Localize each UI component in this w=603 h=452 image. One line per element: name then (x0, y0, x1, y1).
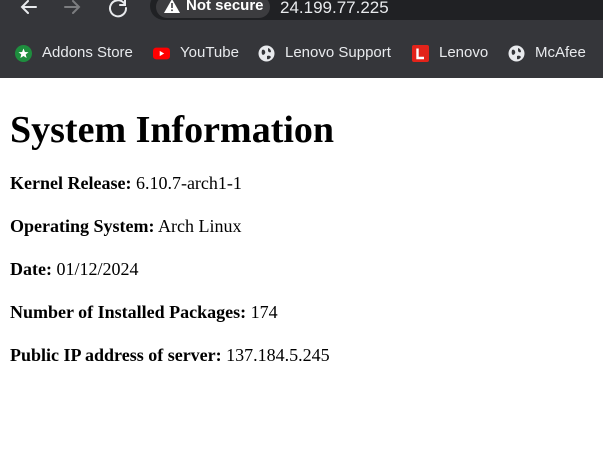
browser-chrome: Not secure 24.199.77.225 Addons Store Yo… (0, 0, 603, 78)
reload-button[interactable] (105, 0, 131, 18)
warning-triangle-icon (164, 0, 180, 13)
security-indicator[interactable]: Not secure (156, 0, 270, 18)
page-title: System Information (10, 109, 335, 151)
info-value: Arch Linux (158, 216, 242, 236)
page-content: System Information Kernel Release: 6.10.… (10, 78, 595, 366)
info-installed-packages: Number of Installed Packages: 174 (10, 301, 595, 323)
youtube-icon (153, 47, 170, 60)
bookmark-label: Lenovo (439, 44, 489, 61)
bookmark-label: Lenovo Support (285, 44, 391, 61)
info-kernel-release: Kernel Release: 6.10.7-arch1-1 (10, 172, 595, 194)
bookmark-label: YouTube (180, 44, 239, 61)
info-label: Kernel Release: (10, 173, 132, 193)
bookmark-label: Addons Store (42, 44, 133, 61)
back-button[interactable] (15, 0, 41, 18)
globe-icon (508, 45, 525, 62)
reload-icon (109, 0, 128, 18)
info-value: 137.184.5.245 (226, 345, 330, 365)
back-arrow-icon (20, 0, 37, 14)
forward-arrow-icon (64, 0, 81, 14)
bookmark-label: McAfee (535, 44, 586, 61)
forward-button[interactable] (60, 0, 86, 18)
info-date: Date: 01/12/2024 (10, 258, 595, 280)
lenovo-icon (412, 45, 429, 62)
info-operating-system: Operating System: Arch Linux (10, 215, 595, 237)
info-value: 01/12/2024 (56, 259, 139, 279)
info-public-ip: Public IP address of server: 137.184.5.2… (10, 344, 595, 366)
info-value: 174 (250, 302, 278, 322)
addons-store-icon (15, 45, 32, 62)
globe-icon (258, 45, 275, 62)
info-label: Date: (10, 259, 52, 279)
info-label: Operating System: (10, 216, 155, 236)
info-value: 6.10.7-arch1-1 (135, 173, 242, 193)
bookmarks-bar: Addons Store YouTube Lenovo Support Leno… (0, 36, 603, 70)
info-label: Public IP address of server: (10, 345, 222, 365)
info-label: Number of Installed Packages: (10, 302, 247, 322)
url-text[interactable]: 24.199.77.225 (280, 0, 389, 18)
browser-toolbar: Not secure 24.199.77.225 (0, 0, 603, 30)
security-label: Not secure (186, 0, 264, 14)
